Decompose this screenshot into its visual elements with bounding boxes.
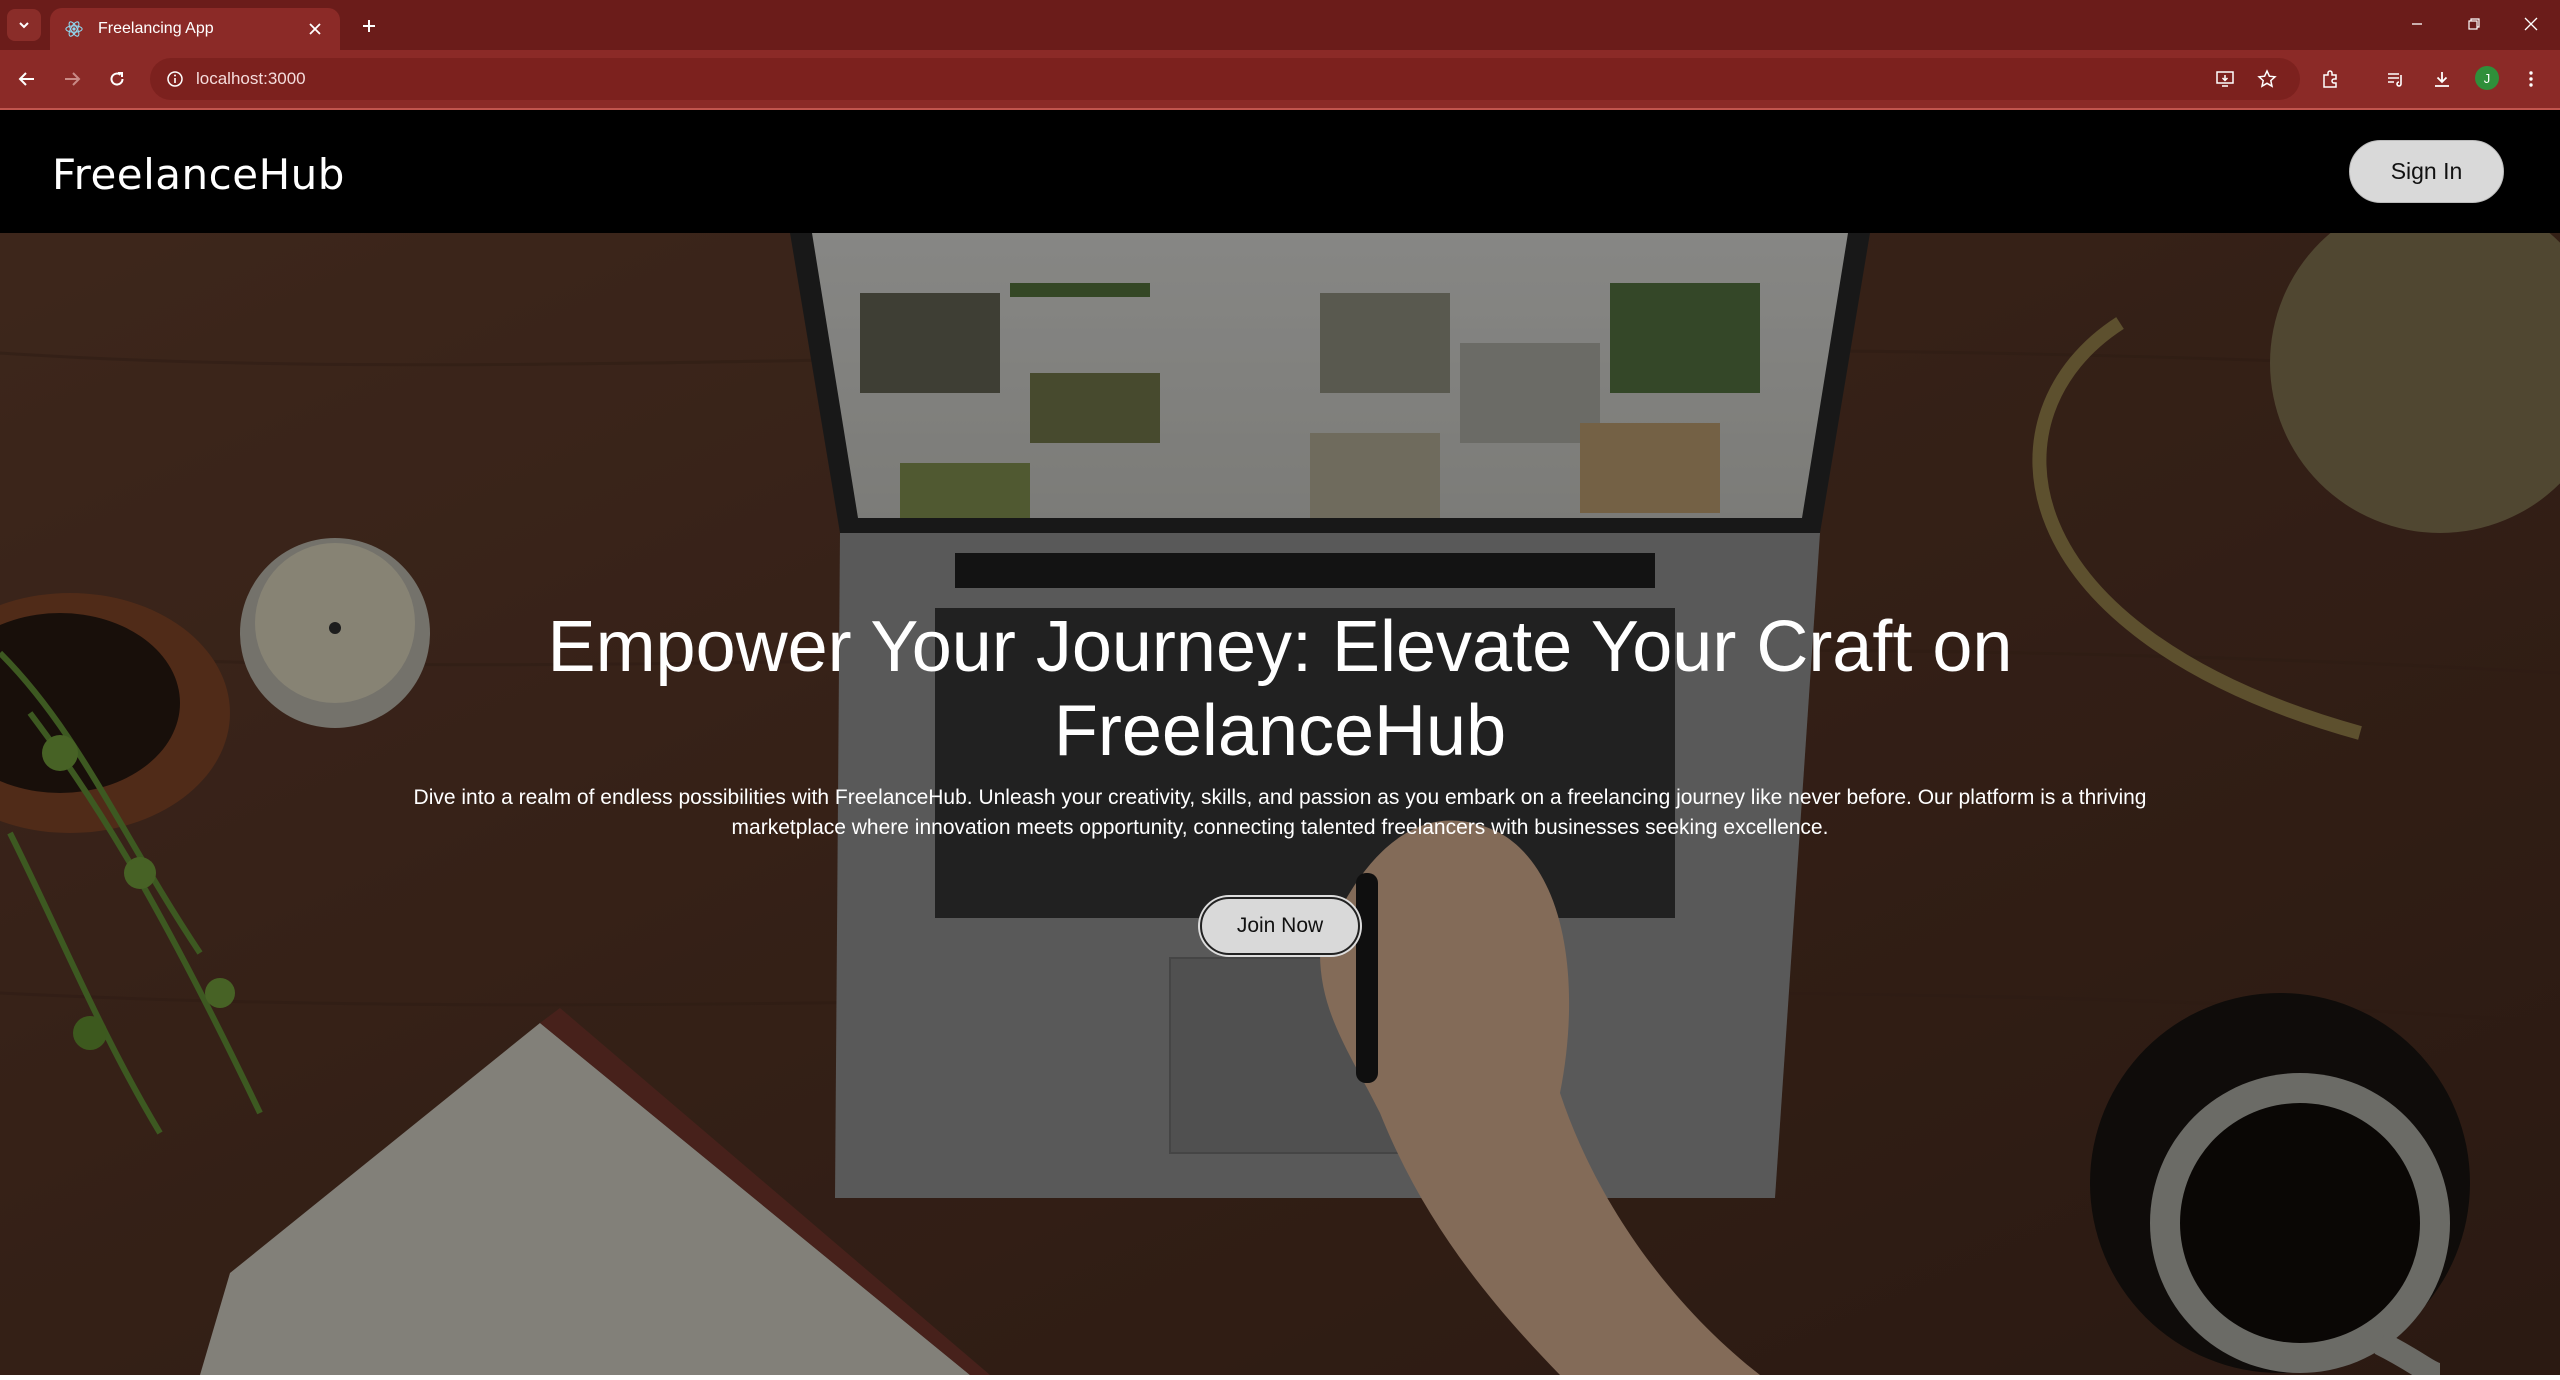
forward-button[interactable] (55, 62, 89, 96)
hero-title: Empower Your Journey: Elevate Your Craft… (547, 607, 2013, 771)
profile-avatar[interactable]: J (2475, 66, 2499, 90)
downloads-button[interactable] (2425, 62, 2459, 96)
media-queue-icon (2388, 73, 2402, 87)
site-header: FreelanceHub Sign In (0, 110, 2560, 233)
close-icon[interactable] (304, 18, 326, 40)
site-info-icon[interactable] (154, 58, 196, 100)
download-icon (2435, 72, 2449, 87)
puzzle-icon (2323, 70, 2337, 88)
address-bar-url: localhost:3000 (196, 69, 306, 88)
chrome-menu-button[interactable] (2514, 62, 2548, 96)
arrow-left-icon (18, 72, 34, 86)
minimize-window-button[interactable] (2394, 6, 2440, 42)
new-tab-button[interactable] (352, 10, 386, 42)
page-bottom-edge (0, 1375, 2560, 1380)
hero-section: Empower Your Journey: Elevate Your Craft… (0, 233, 2560, 1375)
address-bar[interactable]: localhost:3000 (150, 58, 2300, 100)
arrow-right-icon (65, 72, 81, 86)
minimize-icon (2412, 23, 2422, 25)
close-window-icon (2524, 17, 2538, 31)
hero-description: Dive into a realm of endless possibiliti… (413, 786, 2147, 839)
media-controls-button[interactable] (2379, 62, 2413, 96)
browser-toolbar: localhost:3000 (0, 50, 2560, 108)
join-now-button[interactable]: Join Now (1200, 897, 1360, 955)
bookmark-button[interactable] (2250, 62, 2284, 96)
back-button[interactable] (10, 62, 44, 96)
browser-tab-strip: Freelancing App (0, 0, 2560, 50)
chevron-down-icon (19, 22, 29, 29)
sign-in-button[interactable]: Sign In (2349, 140, 2504, 203)
install-app-button[interactable] (2208, 62, 2242, 96)
browser-tab-active[interactable]: Freelancing App (50, 8, 340, 50)
reload-button[interactable] (100, 62, 134, 96)
extensions-button[interactable] (2313, 62, 2347, 96)
plus-icon (363, 20, 375, 32)
kebab-menu-icon (2529, 71, 2533, 87)
hero-content: Empower Your Journey: Elevate Your Craft… (0, 605, 2560, 955)
restore-window-button[interactable] (2451, 6, 2497, 42)
brand-logo[interactable]: FreelanceHub (52, 150, 345, 199)
reload-icon (110, 72, 124, 86)
tab-search-button[interactable] (7, 9, 41, 41)
tab-title: Freelancing App (98, 20, 214, 37)
react-favicon-icon (64, 19, 84, 39)
star-icon (2257, 69, 2277, 88)
install-app-icon (2216, 71, 2234, 87)
restore-icon (2468, 18, 2480, 30)
close-window-button[interactable] (2508, 6, 2554, 42)
